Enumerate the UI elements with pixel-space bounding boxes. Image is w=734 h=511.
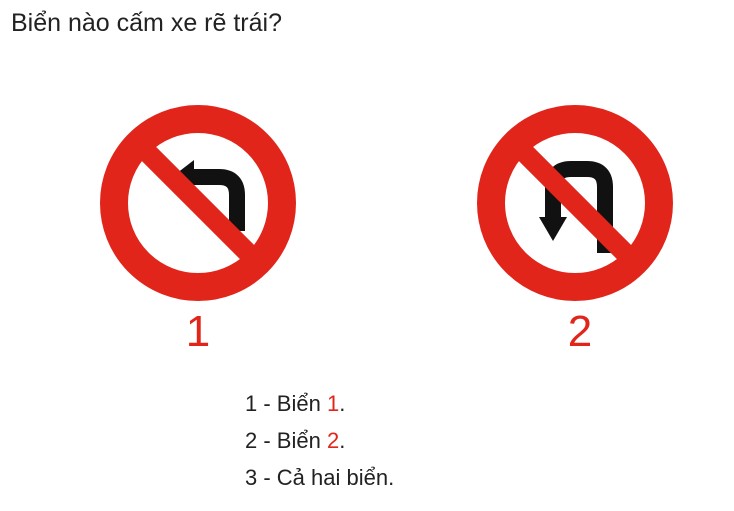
- question-text: Biển nào cấm xe rẽ trái?: [11, 9, 282, 37]
- answer-option-1-prefix: 1 - Biển: [245, 391, 327, 416]
- sign-1-label: 1: [185, 307, 211, 356]
- answer-option-3-text: 3 - Cả hai biển.: [245, 465, 395, 490]
- answer-option-2-prefix: 2 - Biển: [245, 428, 327, 453]
- no-left-turn-sign-icon: [98, 103, 298, 303]
- answer-option-3[interactable]: 3 - Cả hai biển.: [245, 459, 394, 496]
- no-u-turn-sign-icon: [475, 103, 675, 303]
- answer-option-1-number: 1: [326, 391, 340, 416]
- answer-option-2-suffix: .: [339, 428, 346, 453]
- answer-option-2[interactable]: 2 - Biển 2.: [245, 422, 394, 459]
- sign-2-label: 2: [567, 307, 593, 356]
- answer-option-2-number: 2: [326, 428, 340, 453]
- answer-list: 1 - Biển 1. 2 - Biển 2. 3 - Cả hai biển.: [245, 385, 394, 496]
- answer-option-1[interactable]: 1 - Biển 1.: [245, 385, 394, 422]
- answer-option-1-suffix: .: [339, 391, 346, 416]
